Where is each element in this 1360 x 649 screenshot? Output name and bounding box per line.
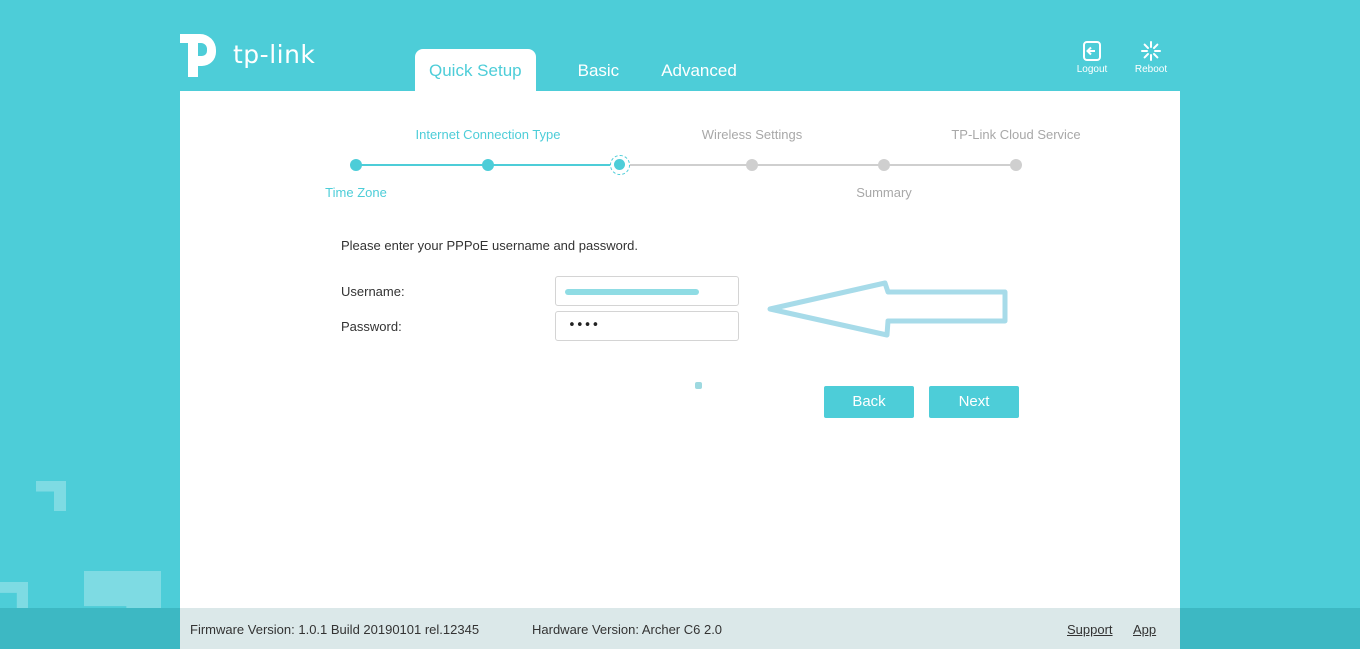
- step-dot-summary: [878, 159, 890, 171]
- app-link[interactable]: App: [1133, 622, 1156, 637]
- step-label-time-zone: Time Zone: [325, 185, 387, 200]
- tab-quick-setup[interactable]: Quick Setup: [415, 49, 536, 91]
- step-dot-tp-link-cloud-service: [1010, 159, 1022, 171]
- step-label-internet-connection-type: Internet Connection Type: [415, 127, 561, 142]
- next-button[interactable]: Next: [929, 386, 1019, 418]
- logout-icon: [1083, 41, 1101, 61]
- hardware-version: Hardware Version: Archer C6 2.0: [532, 622, 723, 637]
- step-dot-current: [610, 155, 630, 175]
- main-tabs: Quick Setup Basic Advanced: [415, 49, 758, 91]
- reboot-icon: [1141, 41, 1161, 61]
- tab-advanced[interactable]: Advanced: [640, 49, 758, 91]
- step-dot-wireless-settings: [746, 159, 758, 171]
- decorative-shape: [36, 481, 66, 511]
- username-label: Username:: [341, 284, 405, 299]
- reboot-label: Reboot: [1134, 64, 1168, 75]
- reboot-button[interactable]: Reboot: [1125, 40, 1177, 75]
- annotation-arrow: [767, 280, 1008, 338]
- tab-basic[interactable]: Basic: [536, 49, 641, 91]
- progress-line-todo: [620, 164, 1016, 166]
- password-field[interactable]: ••••: [555, 311, 739, 341]
- logout-label: Logout: [1076, 64, 1108, 75]
- loading-indicator: [695, 382, 702, 389]
- pppoe-instruction: Please enter your PPPoE username and pas…: [341, 238, 639, 253]
- step-dot-internet-connection-type: [482, 159, 494, 171]
- step-label-wireless-settings: Wireless Settings: [701, 127, 803, 142]
- step-label-summary: Summary: [856, 185, 912, 200]
- logout-button[interactable]: Logout: [1066, 40, 1118, 75]
- footer: Firmware Version: 1.0.1 Build 20190101 r…: [180, 608, 1180, 649]
- step-dot-time-zone: [350, 159, 362, 171]
- firmware-version: Firmware Version: 1.0.1 Build 20190101 r…: [190, 622, 480, 637]
- support-link[interactable]: Support: [1067, 622, 1113, 637]
- quick-setup-panel: Time Zone Internet Connection Type Wirel…: [180, 91, 1180, 608]
- step-label-tp-link-cloud-service: TP-Link Cloud Service: [951, 127, 1081, 142]
- logo-text: tp-link: [233, 40, 316, 69]
- back-button[interactable]: Back: [824, 386, 914, 418]
- password-label: Password:: [341, 319, 402, 334]
- redaction-scribble: [565, 289, 699, 295]
